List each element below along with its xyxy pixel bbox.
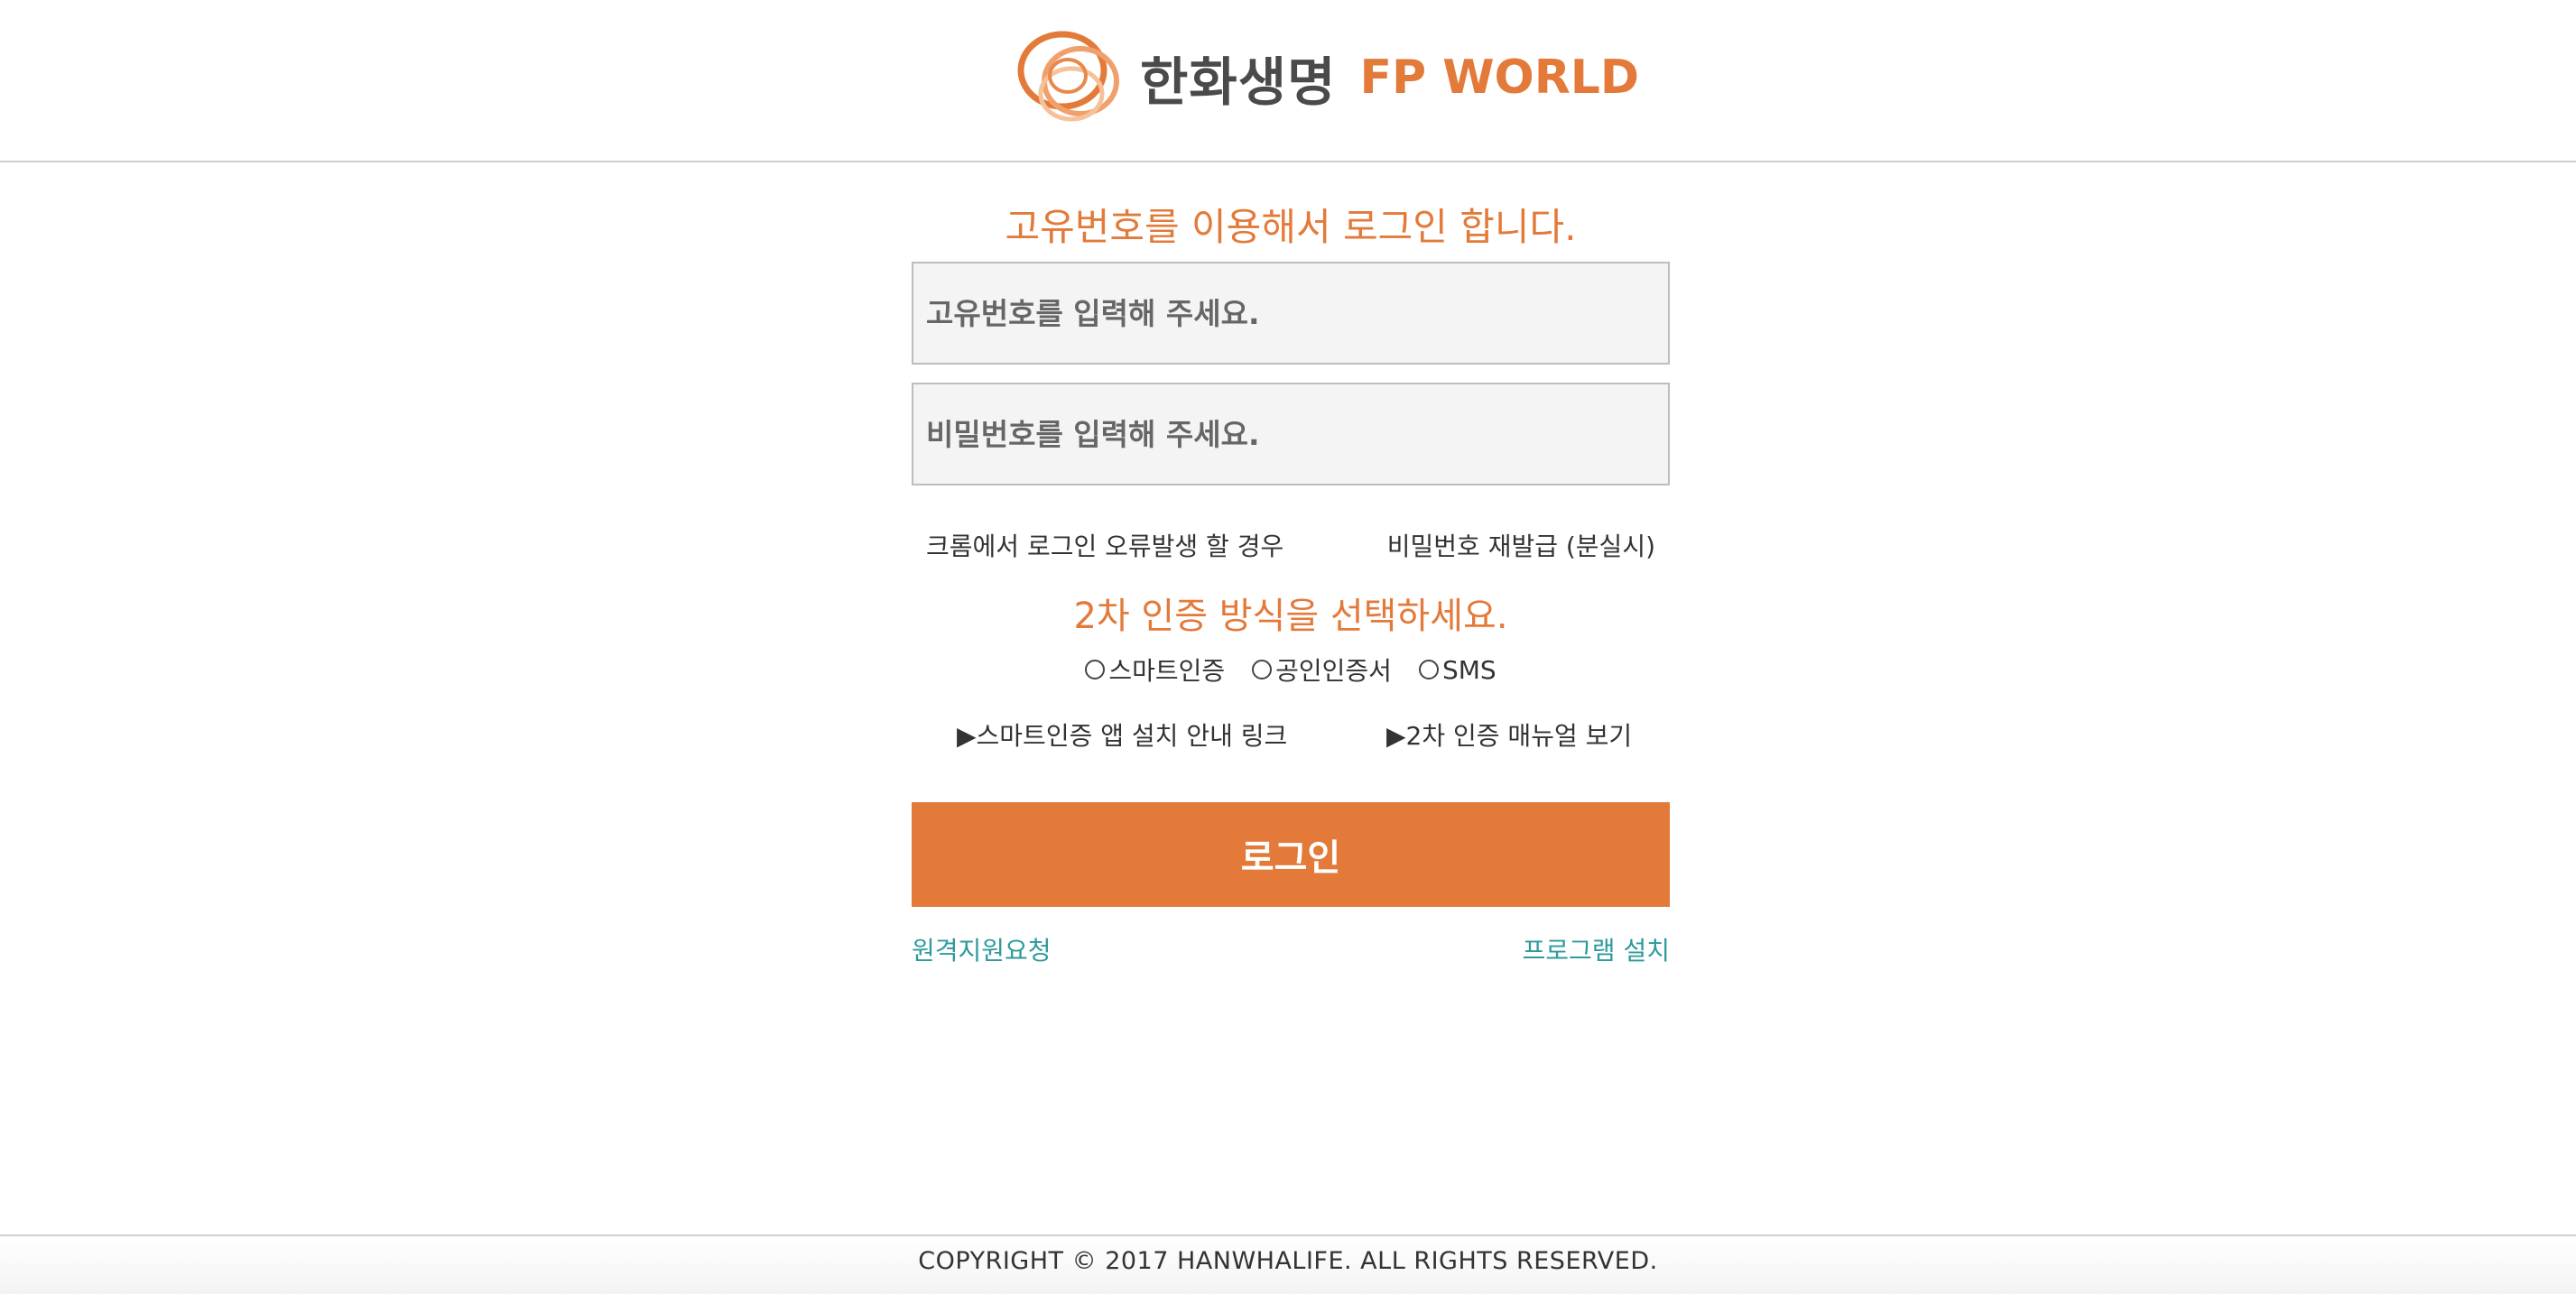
- radio-icon[interactable]: [1418, 660, 1439, 679]
- auth-option-certificate[interactable]: 공인인증서: [1252, 652, 1392, 688]
- copyright-text: COPYRIGHT © 2017 HANWHALIFE. ALL RIGHTS …: [918, 1247, 1658, 1275]
- auth-option-label: 공인인증서: [1275, 656, 1392, 686]
- login-title: 고유번호를 이용해서 로그인 합니다.: [1005, 205, 1577, 249]
- auth-option-sms[interactable]: SMS: [1418, 652, 1496, 688]
- radio-icon[interactable]: [1252, 660, 1273, 679]
- auth-option-smart[interactable]: 스마트인증: [1085, 652, 1225, 688]
- brand-name-ko: 한화생명: [1140, 51, 1337, 113]
- chrome-error-link[interactable]: 크롬에서 로그인 오류발생 할 경우: [926, 527, 1283, 563]
- auth-method-title: 2차 인증 방식을 선택하세요.: [1073, 596, 1508, 637]
- auth-manual-link[interactable]: ▶2차 인증 매뉴얼 보기: [1386, 716, 1632, 753]
- brand-name-en: FP WORLD: [1359, 50, 1640, 105]
- auth-option-label: SMS: [1441, 654, 1496, 685]
- header: 한화생명 FP WORLD: [0, 0, 2576, 162]
- smart-app-guide-link[interactable]: ▶스마트인증 앱 설치 안내 링크: [957, 716, 1287, 753]
- login-page: 한화생명 FP WORLD 고유번호를 이용해서 로그인 합니다. 크롬에서 로…: [0, 0, 2576, 1294]
- auth-method-options: 스마트인증 공인인증서 SMS: [912, 652, 1670, 688]
- login-button[interactable]: 로그인: [912, 802, 1670, 907]
- password-reset-link[interactable]: 비밀번호 재발급 (분실시): [1387, 527, 1655, 563]
- radio-icon[interactable]: [1085, 660, 1106, 679]
- id-input[interactable]: [912, 262, 1670, 365]
- hanwha-logo-icon: [1017, 31, 1119, 122]
- auth-guide-links: ▶스마트인증 앱 설치 안내 링크 ▶2차 인증 매뉴얼 보기: [912, 716, 1670, 753]
- password-input[interactable]: [912, 383, 1670, 485]
- footer: COPYRIGHT © 2017 HANWHALIFE. ALL RIGHTS …: [0, 1234, 2576, 1294]
- remote-support-link[interactable]: 원격지원요청: [912, 931, 1052, 967]
- program-install-link[interactable]: 프로그램 설치: [1523, 931, 1670, 967]
- brand-logo[interactable]: 한화생명 FP WORLD: [1015, 25, 1639, 129]
- auth-option-label: 스마트인증: [1108, 656, 1226, 686]
- help-links: 크롬에서 로그인 오류발생 할 경우 비밀번호 재발급 (분실시): [912, 527, 1670, 563]
